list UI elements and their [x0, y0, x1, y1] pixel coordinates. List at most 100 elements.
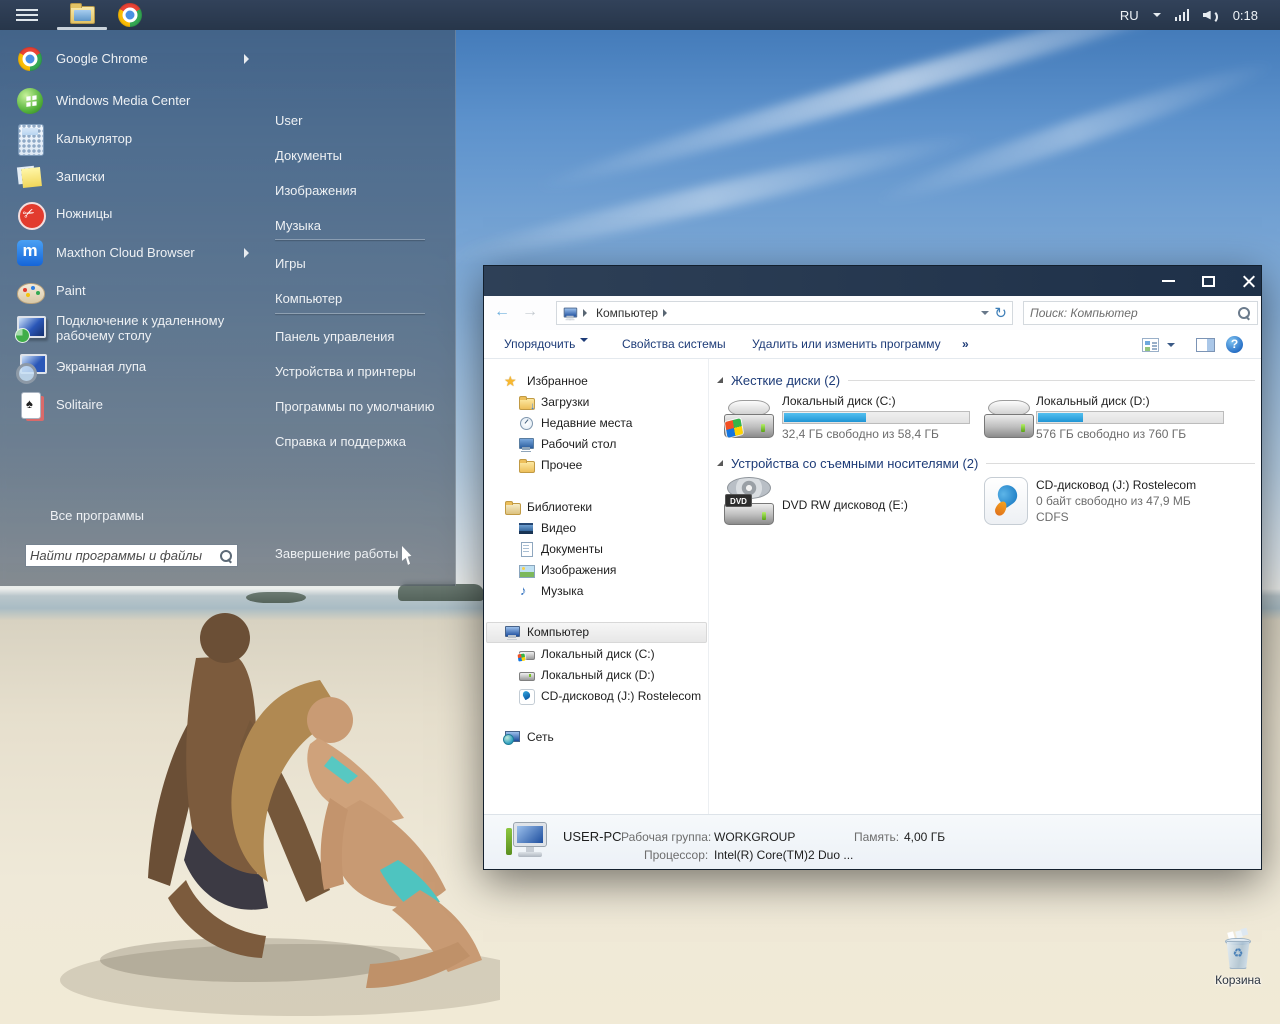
- start-right-computer[interactable]: Компьютер: [275, 287, 447, 311]
- nav-disk-c[interactable]: Локальный диск (C:): [518, 644, 655, 664]
- sticky-notes-icon: [14, 161, 46, 193]
- views-icon[interactable]: [1142, 338, 1159, 352]
- nav-desktop[interactable]: Рабочий стол: [518, 434, 616, 454]
- minimize-button[interactable]: [1149, 266, 1187, 296]
- start-item-chrome[interactable]: Google Chrome: [10, 40, 260, 78]
- clock-icon: [518, 415, 534, 431]
- start-item-snipping[interactable]: Ножницы: [10, 195, 260, 233]
- navigation-bar: ← → Компьютер ↻: [484, 296, 1261, 330]
- nav-network[interactable]: Сеть: [504, 727, 554, 747]
- close-icon: [1241, 274, 1256, 289]
- start-right-games[interactable]: Игры: [275, 252, 447, 276]
- explorer-search-input[interactable]: [1030, 306, 1237, 320]
- memory-label: Память:: [854, 830, 899, 844]
- desktop-icon: [518, 436, 534, 452]
- workgroup-label: Рабочая группа:: [621, 830, 711, 844]
- maximize-button[interactable]: [1189, 266, 1227, 296]
- start-right-pictures[interactable]: Изображения: [275, 179, 447, 203]
- nav-computer[interactable]: Компьютер: [504, 622, 589, 642]
- start-item-maxthon[interactable]: Maxthon Cloud Browser: [10, 234, 260, 272]
- nav-downloads[interactable]: ↓Загрузки: [518, 392, 589, 412]
- nav-other-folder[interactable]: Прочее: [518, 455, 582, 475]
- views-dropdown-icon[interactable]: [1167, 343, 1175, 351]
- magnifier-icon: [14, 351, 46, 383]
- start-right-devices[interactable]: Устройства и принтеры: [275, 360, 447, 384]
- section-hard-disks: Жесткие диски (2): [717, 372, 1255, 388]
- shutdown-button[interactable]: Завершение работы: [275, 542, 447, 566]
- nav-pictures[interactable]: Изображения: [518, 560, 616, 580]
- hard-drive-icon[interactable]: [984, 400, 1034, 438]
- nav-libraries[interactable]: Библиотеки: [504, 497, 592, 517]
- preview-pane-icon[interactable]: [1196, 338, 1215, 352]
- start-item-calculator[interactable]: Калькулятор: [10, 120, 260, 158]
- network-signal-icon[interactable]: [1175, 9, 1189, 21]
- start-menu-icon[interactable]: [16, 9, 38, 11]
- dvd-drive-icon[interactable]: DVD: [724, 477, 774, 525]
- start-right-help[interactable]: Справка и поддержка: [275, 430, 447, 454]
- drive-c-item[interactable]: Локальный диск (C:) 32,4 ГБ свободно из …: [782, 394, 970, 441]
- hard-drive-icon[interactable]: [724, 400, 774, 438]
- star-icon: [504, 373, 520, 389]
- film-icon: [518, 520, 534, 536]
- system-properties-button[interactable]: Свойства системы: [622, 337, 726, 351]
- uninstall-program-button[interactable]: Удалить или изменить программу: [752, 337, 941, 351]
- start-right-control-panel[interactable]: Панель управления: [275, 325, 447, 349]
- start-right-music[interactable]: Музыка: [275, 214, 447, 238]
- start-item-notes[interactable]: Записки: [10, 158, 260, 196]
- divider: [848, 380, 1255, 381]
- submenu-arrow-icon: [244, 54, 254, 64]
- nav-music[interactable]: Музыка: [518, 581, 583, 601]
- volume-icon[interactable]: [1203, 9, 1219, 22]
- rostelecom-disc-icon[interactable]: [984, 477, 1028, 525]
- toolbar-overflow-button[interactable]: »: [962, 337, 969, 351]
- start-item-rdp[interactable]: Подключение к удаленному рабочему столу: [10, 307, 260, 351]
- start-item-magnifier[interactable]: Экранная лупа: [10, 348, 260, 386]
- refresh-icon[interactable]: ↻: [994, 306, 1007, 321]
- all-programs-link[interactable]: Все программы: [50, 508, 144, 523]
- nav-videos[interactable]: Видео: [518, 518, 576, 538]
- cpu-label: Процессор:: [644, 848, 708, 862]
- system-drive-icon: [518, 646, 534, 662]
- drive-d-item[interactable]: Локальный диск (D:) 576 ГБ свободно из 7…: [1036, 394, 1224, 441]
- remote-desktop-icon: [14, 313, 46, 345]
- nav-documents[interactable]: Документы: [518, 539, 603, 559]
- address-dropdown-icon[interactable]: [981, 311, 989, 319]
- start-right-documents[interactable]: Документы: [275, 144, 447, 168]
- language-indicator[interactable]: RU: [1120, 8, 1139, 23]
- recycle-bin[interactable]: ♻ Корзина: [1213, 934, 1263, 996]
- start-right-default-programs[interactable]: Программы по умолчанию: [275, 395, 447, 419]
- taskbar-explorer-button[interactable]: [64, 2, 100, 28]
- back-button[interactable]: ←: [494, 302, 510, 322]
- nav-recent-places[interactable]: Недавние места: [518, 413, 632, 433]
- divider: [275, 313, 425, 314]
- memory-value: 4,00 ГБ: [904, 830, 945, 844]
- start-search-input[interactable]: [30, 548, 219, 563]
- organize-button[interactable]: Упорядочить: [504, 337, 588, 351]
- collapse-triangle-icon[interactable]: [717, 460, 723, 466]
- start-item-solitaire[interactable]: Solitaire: [10, 386, 260, 424]
- taskbar-chrome-button[interactable]: [112, 2, 148, 28]
- chevron-down-icon[interactable]: [1153, 13, 1161, 21]
- picture-icon: [518, 562, 534, 578]
- address-bar[interactable]: Компьютер ↻: [556, 301, 1013, 325]
- nav-cd-j[interactable]: CD-дисковод (J:) Rostelecom: [518, 686, 701, 706]
- nav-favorites[interactable]: Избранное: [504, 371, 588, 391]
- close-button[interactable]: [1229, 266, 1267, 296]
- start-item-wmc[interactable]: Windows Media Center: [10, 82, 260, 120]
- filesystem-text: CDFS: [1036, 510, 1224, 524]
- start-right-user[interactable]: User: [275, 109, 447, 133]
- cd-j-item[interactable]: CD-дисковод (J:) Rostelecom 0 байт свобо…: [1036, 478, 1224, 524]
- folder-icon: [518, 457, 534, 473]
- nav-disk-d[interactable]: Локальный диск (D:): [518, 665, 655, 685]
- free-space-text: 32,4 ГБ свободно из 58,4 ГБ: [782, 427, 970, 441]
- window-titlebar[interactable]: [484, 266, 1261, 296]
- forward-button[interactable]: →: [522, 302, 538, 322]
- folder-icon: [70, 6, 95, 24]
- scissors-icon: [14, 198, 46, 230]
- clock[interactable]: 0:18: [1233, 8, 1258, 23]
- collapse-triangle-icon[interactable]: [717, 377, 723, 383]
- help-icon[interactable]: [1226, 336, 1243, 353]
- breadcrumb[interactable]: Компьютер: [596, 306, 658, 320]
- start-item-paint[interactable]: Paint: [10, 272, 260, 310]
- dvd-drive-item[interactable]: DVD RW дисковод (E:): [782, 498, 970, 512]
